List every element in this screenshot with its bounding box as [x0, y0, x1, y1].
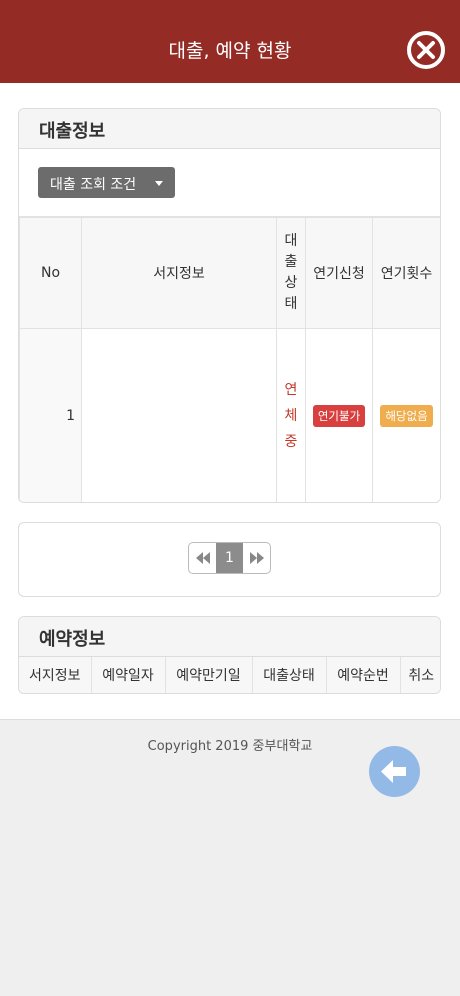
loan-filter-dropdown[interactable]: 대출 조회 조건 [38, 167, 175, 198]
column-header-reservation-order: 예약순번 [326, 657, 401, 693]
footer-divider [0, 719, 460, 720]
loan-filter-area: 대출 조회 조건 [19, 149, 440, 217]
loan-status-cell: 연 체 중 [276, 328, 306, 502]
column-header-cancel: 취소 [400, 657, 440, 693]
reservation-info-panel: 예약정보 서지정보 예약일자 예약만기일 대출상태 예약순번 취소 [18, 616, 441, 694]
close-button[interactable] [407, 31, 445, 69]
column-header-extend-count: 연기횟수 [372, 217, 440, 329]
book-info-cell[interactable] [81, 328, 277, 502]
column-header-no: No [19, 217, 82, 329]
table-row: 1 연 체 중 연기불가 해당없음 [19, 328, 440, 502]
loan-filter-label: 대출 조회 조건 [50, 177, 137, 193]
back-button[interactable] [369, 746, 420, 797]
reservation-table-header-row: 서지정보 예약일자 예약만기일 대출상태 예약순번 취소 [19, 657, 440, 693]
pagination-panel: 1 [18, 522, 441, 597]
reservation-info-heading: 예약정보 [19, 617, 440, 657]
loan-table: No 서지정보 대 출 상 태 연기신청 연기횟수 1 연 체 중 연기불가 해… [19, 217, 440, 502]
double-chevron-right-icon [250, 552, 264, 564]
not-applicable-badge: 해당없음 [380, 404, 433, 427]
caret-down-icon [155, 181, 163, 186]
column-header-loan-status: 대 출 상 태 [276, 217, 306, 329]
column-header-book-info: 서지정보 [19, 657, 92, 693]
column-header-book-info: 서지정보 [81, 217, 277, 329]
column-header-extend-request: 연기신청 [305, 217, 373, 329]
double-chevron-left-icon [196, 552, 210, 564]
app-header: 대출, 예약 현황 [0, 0, 460, 83]
loan-table-header-row: No 서지정보 대 출 상 태 연기신청 연기횟수 [19, 217, 440, 329]
arrow-left-icon [381, 760, 406, 783]
column-header-loan-status: 대출상태 [252, 657, 327, 693]
column-header-reservation-expiry: 예약만기일 [165, 657, 253, 693]
next-page-button[interactable] [243, 543, 270, 573]
row-number: 1 [19, 328, 82, 502]
close-icon [417, 41, 435, 59]
extend-unavailable-badge: 연기불가 [312, 404, 366, 427]
pagination: 1 [188, 542, 271, 574]
loan-info-panel: 대출정보 대출 조회 조건 No 서지정보 대 출 상 태 연기신청 연기횟수 [18, 108, 441, 503]
loan-info-heading: 대출정보 [19, 109, 440, 149]
reservation-table: 서지정보 예약일자 예약만기일 대출상태 예약순번 취소 [19, 657, 440, 693]
page-number-current[interactable]: 1 [216, 543, 243, 573]
prev-page-button[interactable] [189, 543, 216, 573]
extend-count-cell: 해당없음 [372, 328, 440, 502]
page-title: 대출, 예약 현황 [168, 40, 292, 62]
extend-request-cell: 연기불가 [305, 328, 373, 502]
column-header-reservation-date: 예약일자 [91, 657, 166, 693]
